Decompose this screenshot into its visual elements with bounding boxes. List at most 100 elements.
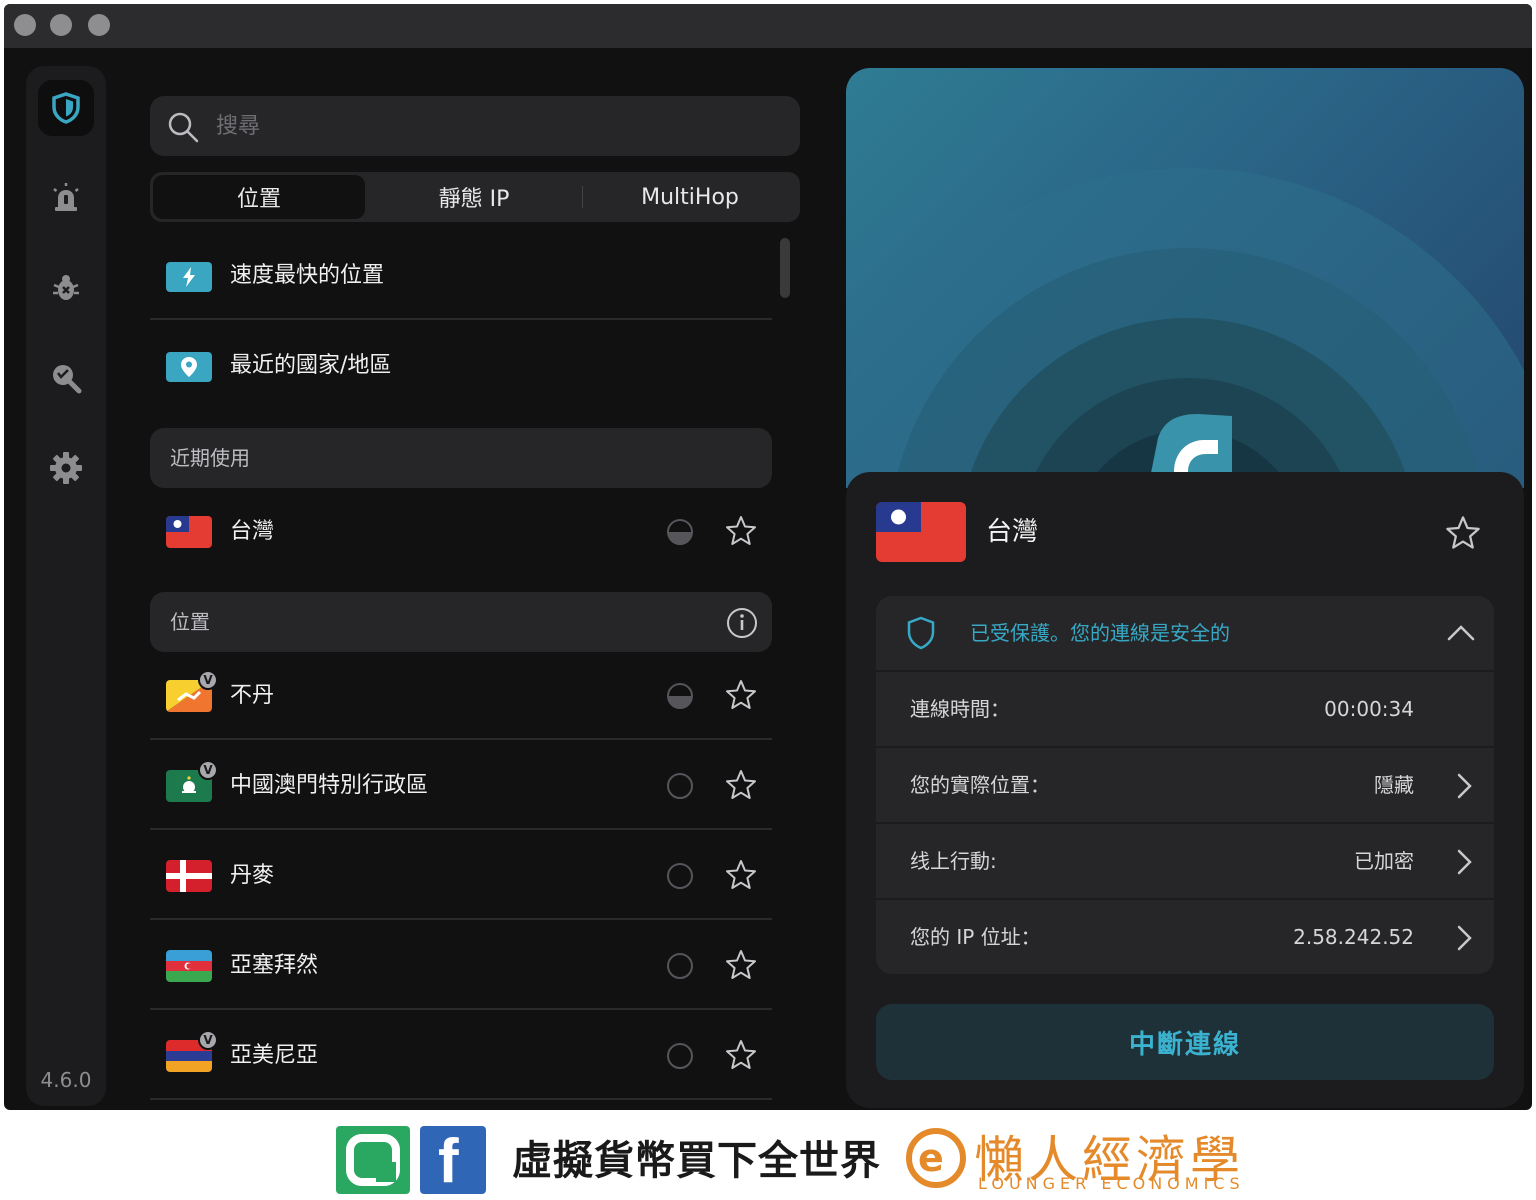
chevron-right-icon <box>1457 925 1472 951</box>
status-header[interactable]: 已受保護。您的連線是安全的 <box>876 596 1494 670</box>
row-divider <box>150 918 772 920</box>
brand-mark: e <box>906 1128 966 1188</box>
row-divider <box>150 1008 772 1010</box>
rail-vpn-button[interactable] <box>38 80 94 136</box>
server-load-low-icon <box>667 1043 693 1069</box>
protection-status: 已受保護。您的連線是安全的 <box>970 621 1230 645</box>
magnifier-alert-icon <box>53 365 82 394</box>
location-item-macao[interactable]: V 中國澳門特別行政區 <box>150 742 772 830</box>
recent-section-header: 近期使用 <box>150 428 772 488</box>
app-version: 4.6.0 <box>40 1068 92 1092</box>
location-item-denmark[interactable]: 丹麥 <box>150 832 772 920</box>
quick-fastest-location[interactable]: 速度最快的位置 <box>150 232 772 320</box>
status-row-value: 00:00:34 <box>1324 697 1414 721</box>
chevron-up-icon[interactable] <box>1446 620 1476 646</box>
quick-recent-label: 最近的國家/地區 <box>230 353 392 378</box>
status-row-value: 2.58.242.52 <box>1293 925 1414 949</box>
bug-icon <box>53 275 79 300</box>
location-item-armenia[interactable]: V 亞美尼亞 <box>150 1012 772 1100</box>
app-window: 4.6.0 位置 靜態 IP MultiHop 速度最快的位置 最近的國家/地 <box>4 4 1532 1110</box>
navigation-rail: 4.6.0 <box>26 66 106 1106</box>
location-pin-icon <box>166 352 212 382</box>
location-item-label: 亞美尼亞 <box>230 1043 319 1068</box>
virtual-location-badge: V <box>198 670 218 690</box>
status-row-label: 线上行動: <box>910 849 997 873</box>
status-row-label: 您的 IP 位址： <box>910 925 1041 949</box>
location-item-bhutan[interactable]: V 不丹 <box>150 652 772 740</box>
flag-denmark <box>166 860 212 892</box>
zoom-window-button[interactable] <box>88 14 110 36</box>
ripple-graphic <box>846 168 1524 488</box>
shield-icon <box>907 616 935 650</box>
rail-settings-button[interactable] <box>38 440 94 496</box>
facebook-logo[interactable]: f <box>420 1126 486 1196</box>
status-row-value: 已加密 <box>1354 849 1414 873</box>
virtual-location-badge: V <box>198 760 218 780</box>
favorite-star-icon[interactable] <box>724 514 758 548</box>
location-item-label: 不丹 <box>230 683 275 708</box>
rail-antivirus-button[interactable] <box>38 260 94 316</box>
status-row-online-activity[interactable]: 线上行動: 已加密 <box>876 822 1494 898</box>
favorite-star-icon[interactable] <box>724 858 758 892</box>
tab-static-ip[interactable]: 靜態 IP <box>368 175 580 219</box>
favorite-star-icon[interactable] <box>724 678 758 712</box>
server-load-half-icon <box>667 683 693 709</box>
status-row-label: 您的實際位置： <box>910 773 1050 797</box>
flag-taiwan <box>876 502 966 562</box>
server-load-low-icon <box>667 773 693 799</box>
minimize-window-button[interactable] <box>50 14 72 36</box>
list-scrollbar[interactable] <box>780 238 790 298</box>
location-item-label: 中國澳門特別行政區 <box>230 773 429 798</box>
brand-subtitle: LOUNGER ECONOMICS <box>978 1174 1245 1193</box>
tab-multihop[interactable]: MultiHop <box>584 175 796 219</box>
favorite-star-icon[interactable] <box>1444 514 1482 552</box>
quick-recent-country[interactable]: 最近的國家/地區 <box>150 322 772 410</box>
status-row-ip-address[interactable]: 您的 IP 位址： 2.58.242.52 <box>876 898 1494 974</box>
search-input[interactable] <box>216 96 776 156</box>
chat-app-logo[interactable] <box>336 1126 410 1194</box>
server-load-low-icon <box>667 953 693 979</box>
virtual-location-badge: V <box>198 1030 218 1050</box>
search-icon <box>168 112 199 143</box>
flag-azerbaijan <box>166 950 212 982</box>
connection-card: 台灣 已受保護。您的連線是安全的 連線時間： 00:00:34 您的實際位置： … <box>846 472 1524 1108</box>
row-divider <box>150 318 772 320</box>
location-list: 速度最快的位置 最近的國家/地區 近期使用 台灣 位置 V 不丹 V 中國澳門特… <box>150 232 772 1106</box>
shield-icon <box>52 92 80 124</box>
title-bar <box>4 4 1532 48</box>
rail-search-alert-button[interactable] <box>38 350 94 406</box>
row-divider <box>150 738 772 740</box>
row-divider <box>150 1098 772 1100</box>
favorite-star-icon[interactable] <box>724 1038 758 1072</box>
connected-country: 台灣 <box>986 517 1039 547</box>
status-row-connection-time: 連線時間： 00:00:34 <box>876 670 1494 746</box>
facebook-glyph: f <box>438 1127 459 1196</box>
recent-section-label: 近期使用 <box>170 446 250 470</box>
locations-section-label: 位置 <box>170 610 210 634</box>
favorite-star-icon[interactable] <box>724 948 758 982</box>
disconnect-button[interactable]: 中斷連線 <box>876 1004 1494 1080</box>
recent-item-label: 台灣 <box>230 519 275 544</box>
favorite-star-icon[interactable] <box>724 768 758 802</box>
location-item-label: 亞塞拜然 <box>230 953 319 978</box>
row-divider <box>150 828 772 830</box>
recent-item-taiwan[interactable]: 台灣 <box>150 488 772 576</box>
info-icon[interactable] <box>726 607 758 639</box>
location-item-azerbaijan[interactable]: 亞塞拜然 <box>150 922 772 1010</box>
status-row-value: 隱藏 <box>1374 773 1414 797</box>
rail-alert-button[interactable] <box>38 170 94 226</box>
lightning-icon <box>166 262 212 292</box>
status-row-label: 連線時間： <box>910 697 1010 721</box>
quick-fastest-label: 速度最快的位置 <box>230 263 385 288</box>
status-row-real-location[interactable]: 您的實際位置： 隱藏 <box>876 746 1494 822</box>
close-window-button[interactable] <box>14 14 36 36</box>
flag-taiwan <box>166 516 212 548</box>
banner-slogan: 虛擬貨幣買下全世界 <box>512 1138 881 1184</box>
promo-banner: f 虛擬貨幣買下全世界 e 懶人經濟學 LOUNGER ECONOMICS <box>0 1110 1536 1200</box>
location-item-label: 丹麥 <box>230 863 275 888</box>
search-bar <box>150 96 800 156</box>
connection-hero-graphic <box>846 68 1524 488</box>
tab-locations[interactable]: 位置 <box>153 175 365 219</box>
gear-icon <box>50 452 82 484</box>
alarm-icon <box>53 183 79 211</box>
